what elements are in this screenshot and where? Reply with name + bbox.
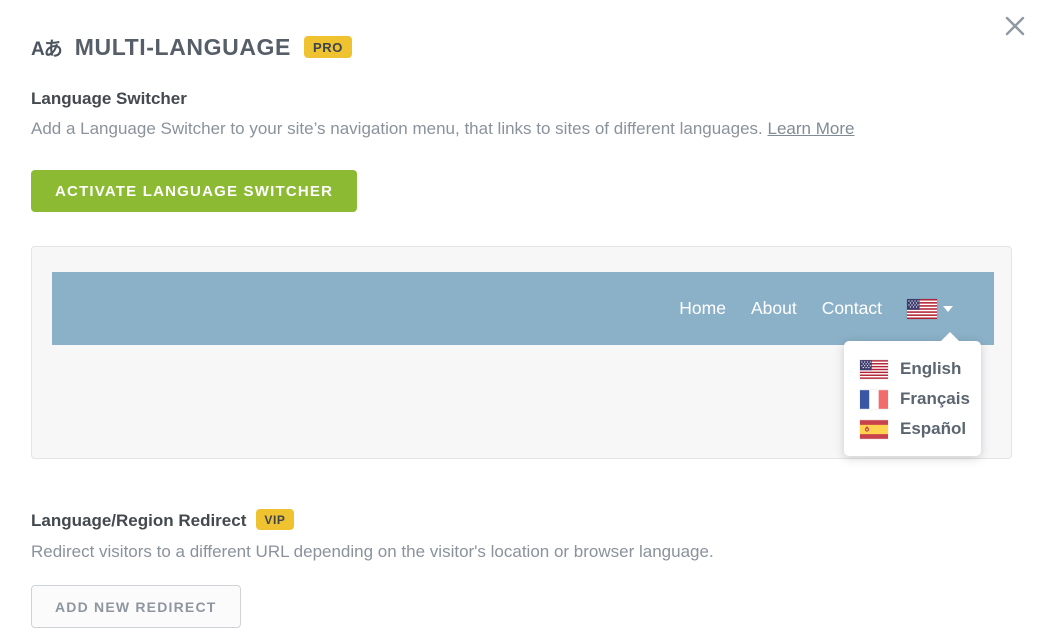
multi-language-panel: Aあ MULTI-LANGUAGE PRO Language Switcher … [0, 0, 1043, 628]
language-region-redirect-heading: Language/Region Redirect [31, 511, 246, 531]
vip-badge: VIP [256, 509, 293, 530]
panel-header: Aあ MULTI-LANGUAGE PRO [31, 33, 1012, 61]
language-option-espanol[interactable]: Español [844, 414, 981, 444]
redirect-heading-row: Language/Region Redirect VIP [31, 510, 1012, 531]
language-switcher-heading: Language Switcher [31, 89, 1012, 109]
language-option-label: Español [900, 419, 966, 439]
switcher-preview-panel: Home About Contact [31, 246, 1012, 459]
close-icon [1003, 14, 1027, 38]
language-option-english[interactable]: English [844, 354, 981, 384]
add-new-redirect-button[interactable]: ADD NEW REDIRECT [31, 585, 241, 628]
nav-link-contact[interactable]: Contact [822, 298, 882, 319]
fr-flag-icon [860, 390, 888, 409]
description-text: Add a Language Switcher to your site’s n… [31, 119, 763, 138]
learn-more-link[interactable]: Learn More [768, 119, 855, 138]
redirect-description: Redirect visitors to a different URL dep… [31, 541, 1012, 562]
translate-icon: Aあ [31, 34, 62, 61]
language-dropdown: English Français [844, 341, 981, 456]
es-flag-icon [860, 420, 888, 439]
close-button[interactable] [1002, 13, 1028, 39]
us-flag-icon [860, 360, 888, 379]
pro-badge: PRO [304, 36, 352, 58]
language-option-label: Français [900, 389, 970, 409]
language-option-francais[interactable]: Français [844, 384, 981, 414]
preview-navbar: Home About Contact [52, 272, 994, 345]
language-option-label: English [900, 359, 961, 379]
chevron-down-icon [943, 306, 953, 312]
language-switcher-description: Add a Language Switcher to your site’s n… [31, 118, 1012, 139]
us-flag-icon [907, 299, 937, 319]
language-selector-trigger[interactable] [907, 299, 953, 319]
page-title: MULTI-LANGUAGE [75, 34, 291, 61]
activate-language-switcher-button[interactable]: ACTIVATE LANGUAGE SWITCHER [31, 170, 357, 212]
nav-link-about[interactable]: About [751, 298, 797, 319]
nav-link-home[interactable]: Home [679, 298, 726, 319]
